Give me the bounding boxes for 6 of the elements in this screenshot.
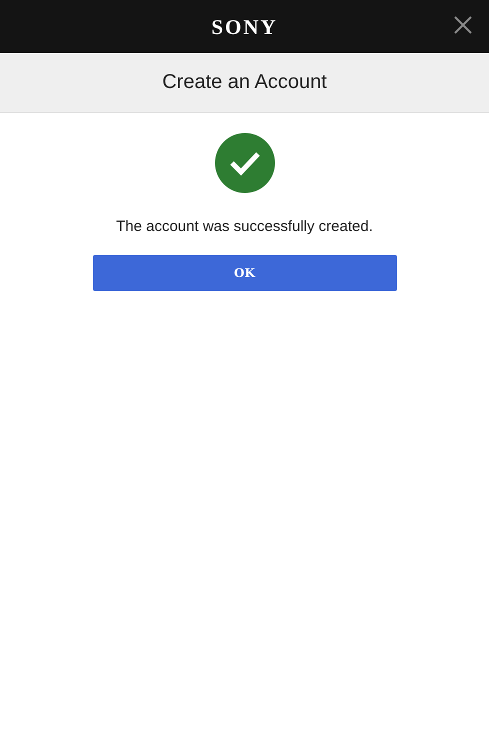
ok-button[interactable]: OK <box>92 255 396 291</box>
page-title: Create an Account <box>162 71 327 94</box>
success-message: The account was successfully created. <box>116 218 373 236</box>
close-icon[interactable] <box>454 16 472 34</box>
logo: SONY <box>211 15 278 40</box>
checkmark-icon <box>214 133 274 193</box>
